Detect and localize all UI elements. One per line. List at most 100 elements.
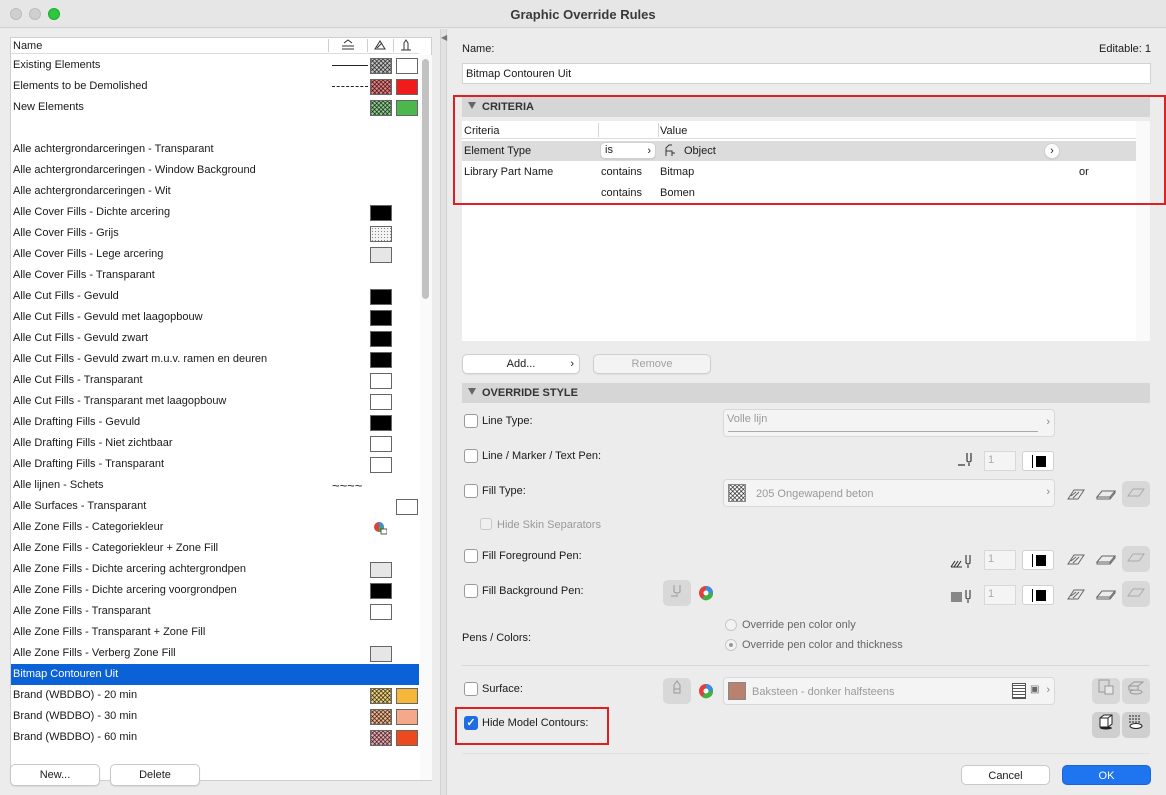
- list-item[interactable]: Alle Cut Fills - Gevuld: [11, 286, 419, 307]
- new-button[interactable]: New...: [10, 764, 100, 786]
- rule-name-input[interactable]: Bitmap Contouren Uit: [462, 63, 1151, 84]
- list-item-label: Alle Cover Fills - Dichte arcering: [13, 206, 171, 218]
- surface-apply-icon[interactable]: [1092, 678, 1120, 704]
- list-item-label: Alle Drafting Fills - Niet zichtbaar: [13, 437, 173, 449]
- list-item[interactable]: New Elements: [11, 97, 419, 118]
- drafting-fill-icon[interactable]: [1122, 546, 1150, 572]
- hide-skin-separators-checkbox[interactable]: [480, 518, 492, 530]
- list-item[interactable]: Alle Cut Fills - Gevuld zwart m.u.v. ram…: [11, 349, 419, 370]
- zone-category-icon: [373, 521, 388, 535]
- list-item-label: Alle Cut Fills - Transparant met laagopb…: [13, 395, 227, 407]
- fill-swatch: [370, 394, 392, 410]
- list-item[interactable]: Alle Surfaces - Transparant: [11, 496, 419, 517]
- cover-fill-icon[interactable]: [1095, 587, 1117, 604]
- list-item[interactable]: Alle Cover Fills - Transparant: [11, 265, 419, 286]
- fill-type-checkbox[interactable]: [464, 484, 478, 498]
- list-item[interactable]: Alle Cut Fills - Transparant met laagopb…: [11, 391, 419, 412]
- list-item-selected[interactable]: Bitmap Contouren Uit: [11, 664, 419, 685]
- ok-button[interactable]: OK: [1062, 765, 1151, 785]
- list-item[interactable]: Alle Cut Fills - Gevuld met laagopbouw: [11, 307, 419, 328]
- list-item[interactable]: Alle Zone Fills - Transparant: [11, 601, 419, 622]
- override-style-section-header[interactable]: OVERRIDE STYLE: [462, 383, 1150, 403]
- disclosure-triangle-icon[interactable]: [468, 388, 476, 395]
- list-item[interactable]: Alle Drafting Fills - Niet zichtbaar: [11, 433, 419, 454]
- line-pen-color-button[interactable]: [1022, 451, 1054, 471]
- list-item[interactable]: Alle Cut Fills - Transparant: [11, 370, 419, 391]
- override-color-only-radio[interactable]: [725, 619, 737, 631]
- list-item[interactable]: Alle Zone Fills - Dichte arcering voorgr…: [11, 580, 419, 601]
- fill-background-pen-checkbox[interactable]: [464, 584, 478, 598]
- fill-foreground-pen-number-field[interactable]: 1: [984, 550, 1016, 570]
- fill-swatch: [370, 352, 392, 368]
- pen-column-icon[interactable]: [399, 39, 413, 52]
- line-type-dropdown[interactable]: Volle lijn ›: [723, 409, 1055, 437]
- line-pen-number-field[interactable]: 1: [984, 451, 1016, 471]
- list-item[interactable]: Alle Cut Fills - Gevuld zwart: [11, 328, 419, 349]
- line-type-column-icon[interactable]: [341, 39, 355, 52]
- fill-background-pen-number-field[interactable]: 1: [984, 585, 1016, 605]
- list-item[interactable]: Alle Zone Fills - Categoriekleur: [11, 517, 419, 538]
- pen-selector-button[interactable]: [663, 580, 691, 606]
- sketch-line-swatch: ~~~~: [332, 478, 363, 493]
- color-wheel-icon[interactable]: [698, 683, 714, 702]
- list-item[interactable]: Alle lijnen - Schets ~~~~: [11, 475, 419, 496]
- cut-fill-icon[interactable]: [1067, 552, 1085, 569]
- cut-fill-icon[interactable]: [1067, 587, 1085, 604]
- list-item[interactable]: Alle Zone Fills - Transparant + Zone Fil…: [11, 622, 419, 643]
- footer-divider: [462, 753, 1150, 754]
- list-item[interactable]: Alle achtergrondarceringen - Wit: [11, 181, 419, 202]
- list-item[interactable]: Existing Elements: [11, 55, 419, 76]
- pen-number-value: 1: [988, 454, 995, 466]
- remove-criteria-button[interactable]: Remove: [593, 354, 711, 374]
- delete-button[interactable]: Delete: [110, 764, 200, 786]
- fill-foreground-pen-color-button[interactable]: [1022, 550, 1054, 570]
- list-item[interactable]: Alle achtergrondarceringen - Transparant: [11, 139, 419, 160]
- override-color-thickness-radio[interactable]: [725, 639, 737, 651]
- list-item[interactable]: Alle Zone Fills - Verberg Zone Fill: [11, 643, 419, 664]
- pane-splitter[interactable]: ◀: [440, 29, 447, 795]
- list-item[interactable]: Brand (WBDBO) - 30 min: [11, 706, 419, 727]
- surface-checkbox[interactable]: [464, 682, 478, 696]
- drafting-fill-icon[interactable]: [1122, 481, 1150, 507]
- list-item[interactable]: Alle Drafting Fills - Gevuld: [11, 412, 419, 433]
- list-item[interactable]: Alle Cover Fills - Grijs: [11, 223, 419, 244]
- list-item-label: Alle Surfaces - Transparant: [13, 500, 147, 512]
- surface-apply-3d-icon[interactable]: [1122, 678, 1150, 704]
- fill-background-pen-label: Fill Background Pen:: [482, 585, 584, 597]
- color-wheel-icon[interactable]: [698, 585, 714, 604]
- rules-list[interactable]: Name Existing Elements Elements to be De…: [10, 37, 432, 781]
- foreground-pen-icon: [950, 553, 978, 572]
- list-item[interactable]: Brand (WBDBO) - 60 min: [11, 727, 419, 748]
- line-type-checkbox[interactable]: [464, 414, 478, 428]
- surface-dropdown[interactable]: Baksteen - donker halfsteens ▣ ›: [723, 677, 1055, 705]
- cut-fill-icon[interactable]: [1067, 487, 1085, 504]
- list-item[interactable]: Alle achtergrondarceringen - Window Back…: [11, 160, 419, 181]
- list-item-label: Brand (WBDBO) - 20 min: [13, 689, 138, 701]
- cancel-button[interactable]: Cancel: [961, 765, 1050, 785]
- list-item-label: Alle Cover Fills - Grijs: [13, 227, 119, 239]
- drafting-fill-icon[interactable]: [1122, 581, 1150, 607]
- surface-pen-button[interactable]: [663, 678, 691, 704]
- list-item[interactable]: Alle Cover Fills - Lege arcering: [11, 244, 419, 265]
- column-name-header[interactable]: Name: [13, 40, 42, 52]
- list-item[interactable]: Alle Zone Fills - Dichte arcering achter…: [11, 559, 419, 580]
- list-item[interactable]: Alle Drafting Fills - Transparant: [11, 454, 419, 475]
- scroll-thumb[interactable]: [422, 59, 429, 299]
- fill-background-pen-color-button[interactable]: [1022, 585, 1054, 605]
- list-item[interactable]: Brand (WBDBO) - 20 min: [11, 685, 419, 706]
- contour-2d-icon[interactable]: [1092, 712, 1120, 738]
- list-item[interactable]: Elements to be Demolished: [11, 76, 419, 97]
- cover-fill-icon[interactable]: [1095, 552, 1117, 569]
- list-item[interactable]: Alle Zone Fills - Categoriekleur + Zone …: [11, 538, 419, 559]
- list-item-label: Alle Drafting Fills - Transparant: [13, 458, 164, 470]
- add-criteria-button[interactable]: Add... ›: [462, 354, 580, 374]
- cover-fill-icon[interactable]: [1095, 487, 1117, 504]
- contour-3d-icon[interactable]: [1122, 712, 1150, 738]
- fill-type-dropdown[interactable]: 205 Ongewapend beton ›: [723, 479, 1055, 507]
- fill-column-icon[interactable]: [373, 39, 387, 52]
- list-item[interactable]: Alle Cover Fills - Dichte arcering: [11, 202, 419, 223]
- fill-foreground-pen-checkbox[interactable]: [464, 549, 478, 563]
- pen-icon: [957, 451, 977, 470]
- list-scrollbar[interactable]: [420, 55, 432, 780]
- line-pen-checkbox[interactable]: [464, 449, 478, 463]
